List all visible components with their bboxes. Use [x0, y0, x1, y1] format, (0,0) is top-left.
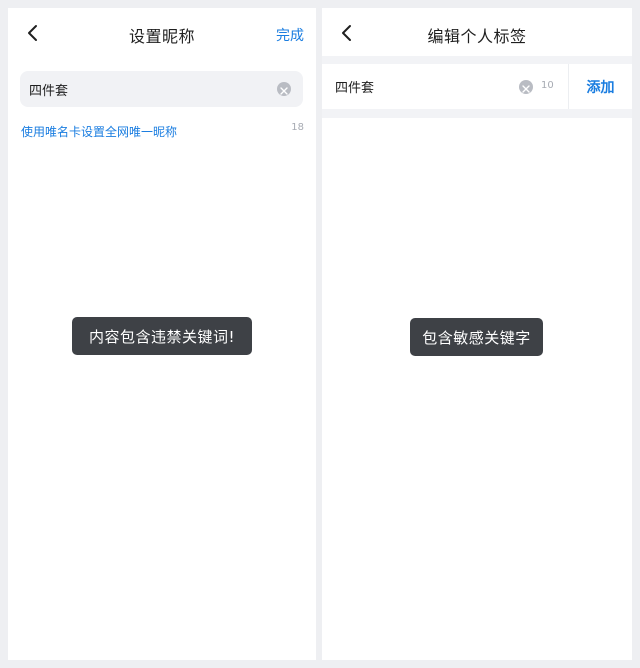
add-tag-button[interactable]: 添加: [569, 64, 632, 109]
section-divider: [322, 109, 632, 118]
section-divider: [322, 56, 632, 64]
nickname-hint-row: 使用唯名卡设置全网唯一昵称 18: [21, 121, 304, 139]
page-title: 设置昵称: [128, 27, 195, 46]
clear-circle-icon: [522, 78, 530, 97]
toast-message: 内容包含违禁关键词!: [72, 317, 252, 355]
tag-input-row: 10 添加: [322, 64, 632, 109]
edit-tags-screen: 编辑个人标签 10 添加 包含敏感关键字: [322, 8, 632, 660]
clear-circle-icon: [280, 80, 288, 99]
clear-tag-button[interactable]: [519, 80, 533, 94]
done-button[interactable]: 完成: [276, 25, 304, 45]
screenshot-canvas: 设置昵称 完成 使用唯名卡设置全网唯一昵称 18 内容包含违禁关键词!: [0, 0, 640, 668]
set-nickname-screen: 设置昵称 完成 使用唯名卡设置全网唯一昵称 18 内容包含违禁关键词!: [8, 8, 316, 660]
tag-input[interactable]: [322, 64, 520, 109]
char-count: 10: [541, 80, 554, 91]
nav-bar: 设置昵称 完成: [8, 8, 316, 62]
back-button[interactable]: [20, 23, 44, 47]
char-count: 18: [291, 122, 304, 133]
back-button[interactable]: [334, 23, 358, 47]
unique-nickname-link[interactable]: 使用唯名卡设置全网唯一昵称: [21, 125, 177, 139]
nickname-field: [20, 71, 303, 107]
chevron-left-icon: [26, 24, 38, 46]
chevron-left-icon: [340, 24, 352, 46]
nickname-input[interactable]: [20, 71, 269, 107]
nav-bar: 编辑个人标签: [322, 8, 632, 62]
clear-nickname-button[interactable]: [277, 82, 291, 96]
toast-message: 包含敏感关键字: [410, 318, 543, 356]
page-title: 编辑个人标签: [427, 27, 527, 46]
